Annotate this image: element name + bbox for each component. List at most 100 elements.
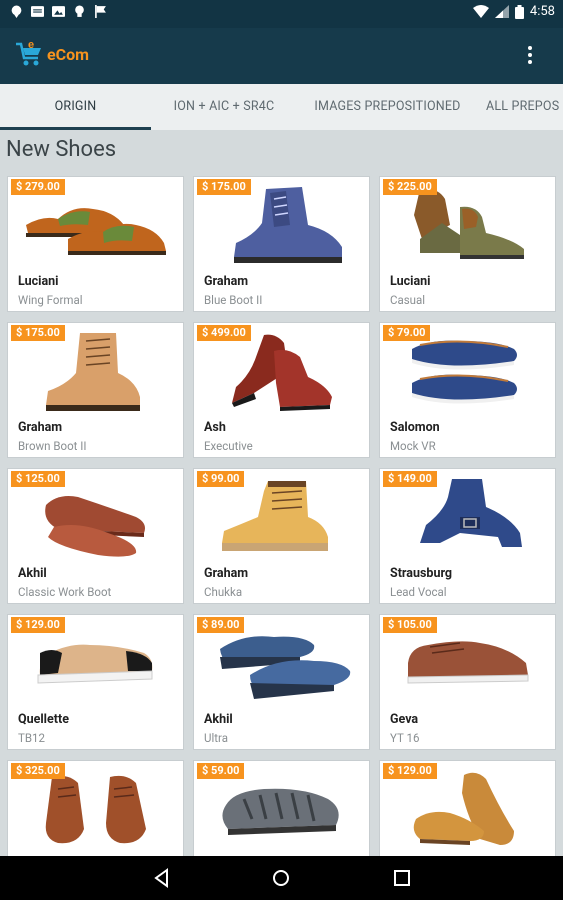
price-badge: $ 325.00 bbox=[11, 763, 65, 779]
recents-icon[interactable] bbox=[392, 868, 412, 888]
message-icon bbox=[31, 6, 44, 17]
system-icons: 4:58 bbox=[472, 4, 555, 19]
product-brand: Strausburg bbox=[390, 566, 453, 581]
dot-icon bbox=[528, 46, 532, 50]
product-brand: Graham bbox=[204, 566, 249, 581]
price-badge: $ 279.00 bbox=[11, 179, 65, 195]
cart-icon: e bbox=[16, 40, 41, 66]
dot-icon bbox=[528, 60, 532, 64]
product-list[interactable]: New Shoes $ 279.00 Luciani Wing Formal $… bbox=[0, 130, 563, 856]
svg-text:e: e bbox=[28, 40, 34, 51]
product-model: Ultra bbox=[204, 731, 228, 745]
price-badge: $ 225.00 bbox=[383, 179, 437, 195]
casual-sneaker-image bbox=[407, 641, 529, 684]
product-model: Classic Work Boot bbox=[18, 585, 112, 599]
status-bar: 4:58 bbox=[0, 0, 563, 28]
tab-all-prepositioned[interactable]: ALL PREPOS bbox=[478, 84, 563, 130]
product-model: TB12 bbox=[18, 731, 45, 745]
product-model: Lead Vocal bbox=[390, 585, 447, 599]
product-brand: Geva bbox=[390, 712, 419, 727]
app-logo: e eCom bbox=[14, 40, 89, 68]
product-model: YT 16 bbox=[390, 731, 420, 745]
tab-origin[interactable]: ORIGIN bbox=[0, 84, 151, 130]
product-brand: Luciani bbox=[18, 274, 59, 289]
price-badge: $ 129.00 bbox=[383, 763, 437, 779]
product-card[interactable]: $ 325.00 bbox=[7, 760, 184, 856]
product-model: Wing Formal bbox=[18, 293, 83, 307]
price-badge: $ 149.00 bbox=[383, 471, 437, 487]
product-card[interactable]: $ 79.00 Salomon Mock VR bbox=[379, 322, 556, 458]
price-badge: $ 129.00 bbox=[11, 617, 65, 633]
product-card[interactable]: $ 105.00 Geva YT 16 bbox=[379, 614, 556, 750]
section-title: New Shoes bbox=[6, 137, 117, 162]
signal-icon bbox=[494, 5, 509, 18]
price-badge: $ 99.00 bbox=[197, 471, 245, 487]
wingtip-shoe-image bbox=[26, 208, 166, 255]
loafer-image bbox=[45, 496, 146, 557]
executive-shoe-image bbox=[232, 334, 332, 411]
product-brand: Quellette bbox=[18, 712, 69, 727]
product-brand: Salomon bbox=[390, 420, 440, 435]
sandal-image bbox=[222, 788, 339, 835]
price-badge: $ 79.00 bbox=[383, 325, 431, 341]
wifi-icon bbox=[472, 5, 489, 18]
product-brand: Akhil bbox=[204, 712, 233, 727]
product-card[interactable]: $ 149.00 Strausburg Lead Vocal bbox=[379, 468, 556, 604]
tab-bar: ORIGIN ION + AIC + SR4C IMAGES PREPOSITI… bbox=[0, 84, 563, 130]
product-card[interactable]: $ 225.00 Luciani Casual bbox=[379, 176, 556, 312]
product-model: Blue Boot II bbox=[204, 293, 263, 307]
product-brand: Graham bbox=[18, 420, 63, 435]
image-icon bbox=[52, 6, 65, 17]
product-card[interactable]: $ 129.00 bbox=[379, 760, 556, 856]
product-model: Executive bbox=[204, 439, 253, 453]
home-icon[interactable] bbox=[271, 868, 291, 888]
product-card[interactable]: $ 129.00 Quellette TB12 bbox=[7, 614, 184, 750]
product-card[interactable]: $ 175.00 Graham Blue Boot II bbox=[193, 176, 370, 312]
app-bar: e eCom bbox=[0, 28, 563, 84]
oxford-pair-image bbox=[45, 775, 146, 844]
notification-icons bbox=[10, 5, 107, 18]
product-card[interactable]: $ 499.00 Ash Executive bbox=[193, 322, 370, 458]
product-card[interactable]: $ 279.00 Luciani Wing Formal bbox=[7, 176, 184, 312]
product-model: Casual bbox=[390, 293, 426, 307]
battery-icon bbox=[514, 4, 524, 19]
brown-boot-image bbox=[46, 333, 140, 411]
tab-images-prepositioned[interactable]: IMAGES PREPOSITIONED bbox=[297, 84, 478, 130]
product-brand: Luciani bbox=[390, 274, 431, 289]
location-icon bbox=[11, 5, 22, 18]
bulb-icon bbox=[75, 5, 84, 17]
price-badge: $ 59.00 bbox=[197, 763, 245, 779]
app-name: eCom bbox=[47, 44, 89, 64]
blue-oxford-image bbox=[220, 636, 351, 699]
boat-shoe-image bbox=[412, 340, 517, 404]
casual-shoe-image bbox=[414, 188, 524, 259]
sneaker-image bbox=[37, 644, 153, 684]
product-brand: Ash bbox=[204, 420, 226, 435]
product-card[interactable]: $ 99.00 Graham Chukka bbox=[193, 468, 370, 604]
suede-boot-image bbox=[420, 479, 522, 547]
price-badge: $ 175.00 bbox=[197, 179, 251, 195]
product-brand: Graham bbox=[204, 274, 249, 289]
price-badge: $ 125.00 bbox=[11, 471, 65, 487]
blue-boot-image bbox=[234, 187, 342, 263]
chukka-boot-image bbox=[222, 481, 328, 551]
product-card[interactable]: $ 89.00 Akhil Ultra bbox=[193, 614, 370, 750]
product-brand: Akhil bbox=[18, 566, 47, 581]
overflow-menu-button[interactable] bbox=[523, 44, 537, 66]
price-badge: $ 175.00 bbox=[11, 325, 65, 341]
system-navigation-bar bbox=[0, 856, 563, 900]
price-badge: $ 89.00 bbox=[197, 617, 245, 633]
status-time: 4:58 bbox=[529, 4, 555, 19]
product-card[interactable]: $ 175.00 Graham Brown Boot II bbox=[7, 322, 184, 458]
product-model: Brown Boot II bbox=[18, 439, 87, 453]
flag-icon bbox=[95, 5, 106, 18]
product-model: Chukka bbox=[204, 585, 243, 599]
price-badge: $ 499.00 bbox=[197, 325, 251, 341]
product-model: Mock VR bbox=[390, 439, 436, 453]
dot-icon bbox=[528, 53, 532, 57]
product-card[interactable]: $ 59.00 bbox=[193, 760, 370, 856]
tab-ion-aic-sr4c[interactable]: ION + AIC + SR4C bbox=[151, 84, 297, 130]
back-icon[interactable] bbox=[152, 868, 172, 888]
product-card[interactable]: $ 125.00 Akhil Classic Work Boot bbox=[7, 468, 184, 604]
suede-loafer-image bbox=[413, 772, 514, 845]
